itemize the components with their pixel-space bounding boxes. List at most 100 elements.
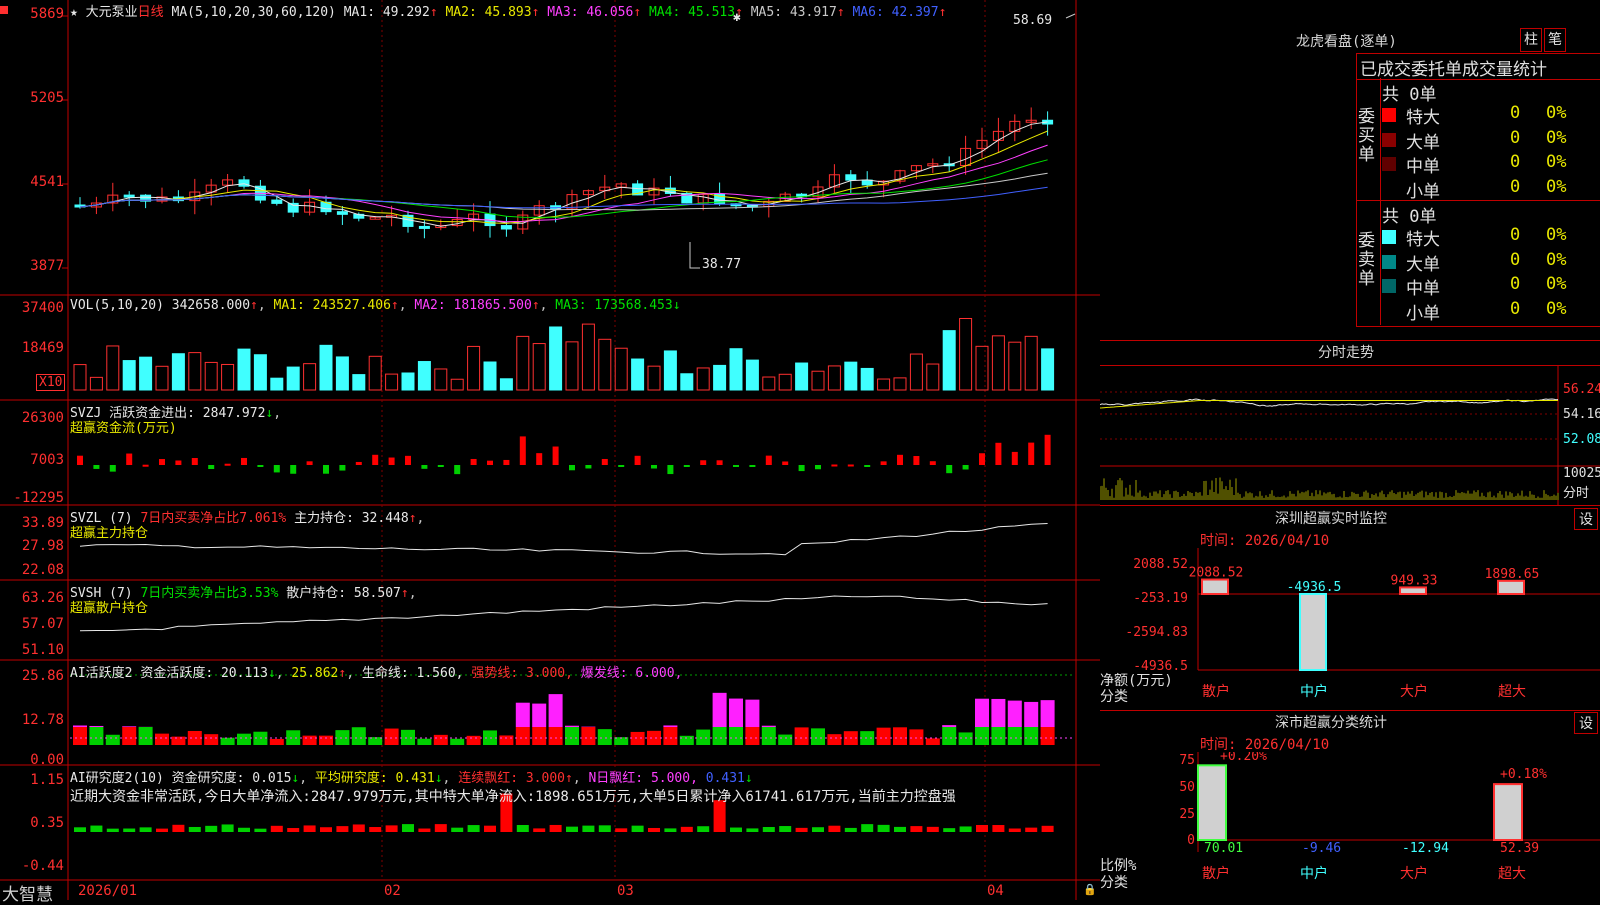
flow-bar — [733, 465, 739, 467]
ma-value: MA6: 42.397 — [852, 5, 938, 20]
period-label[interactable]: 日线 — [138, 5, 164, 20]
sz-monitor-settings-button[interactable]: 设 — [1574, 508, 1598, 530]
research-bar — [205, 826, 217, 832]
bar-mode-button[interactable]: 柱 — [1520, 28, 1542, 52]
candle-body — [501, 226, 511, 229]
order-count: 0 — [1510, 128, 1520, 152]
ma-value: MA4: 45.513 — [649, 5, 735, 20]
ai-research-axis-label: 0.35 — [2, 815, 64, 831]
tick-mode-button[interactable]: 笔 — [1544, 28, 1566, 52]
activity-bar — [352, 727, 366, 745]
order-color-swatch — [1382, 108, 1396, 122]
ai-research-label: AI研究度2(10) — [70, 771, 164, 786]
sz-stat-settings-button[interactable]: 设 — [1574, 712, 1598, 734]
flow-bar — [667, 465, 673, 474]
ai-research-axis-label: -0.44 — [2, 858, 64, 874]
activity-bar-top — [89, 726, 103, 727]
vol-label: VOL(5,10,20) — [70, 298, 164, 313]
activity-bar — [827, 734, 841, 745]
volume-bar — [189, 353, 201, 390]
research-bar — [746, 828, 758, 832]
retail-holding-line — [80, 596, 1048, 631]
volume-bar — [632, 359, 644, 390]
volume-bar — [1009, 342, 1021, 390]
flow-bar — [257, 465, 263, 467]
candlestick-series — [75, 107, 1053, 238]
research-bar — [566, 827, 578, 832]
volume-bar — [648, 366, 660, 390]
sz-bar-value: 949.33 — [1391, 573, 1438, 588]
sz-stat-value: -12.94 — [1402, 841, 1449, 856]
svzl-axis-label: 22.08 — [2, 562, 64, 578]
research-bar — [123, 829, 135, 832]
activity-bar — [286, 730, 300, 745]
volume-bar — [664, 351, 676, 390]
volume-bar — [730, 349, 742, 390]
research-bar — [878, 825, 890, 832]
scale-marker-icon — [0, 6, 8, 14]
ai-active-label: AI活跃度2 — [70, 666, 132, 681]
flow-bar — [946, 465, 952, 473]
lock-icon[interactable]: 🔒 — [1083, 883, 1097, 896]
research-bar — [550, 825, 562, 832]
volume-bar — [320, 345, 332, 390]
vol-unit-badge[interactable]: X10 — [36, 374, 65, 391]
activity-bar — [631, 732, 645, 745]
main-chart[interactable] — [0, 0, 1100, 900]
activity-bars — [73, 693, 1055, 745]
research-bar — [222, 824, 234, 832]
star-icon[interactable]: ★ — [70, 5, 78, 20]
order-size-label: 特大 — [1406, 103, 1440, 127]
research-bar — [960, 826, 972, 832]
volume-bar — [861, 368, 873, 390]
research-bar — [254, 829, 266, 832]
research-bar — [828, 826, 840, 832]
sz-monitor-chart: 2088.52-253.19-2594.83-4936.52088.52散户-4… — [1100, 548, 1600, 708]
sz-stat-title: 深市超赢分类统计 — [1275, 712, 1387, 732]
activity-bar-top — [762, 726, 776, 727]
order-size-label: 小单 — [1406, 299, 1440, 323]
research-bar — [763, 827, 775, 832]
activity-bar — [155, 734, 169, 745]
flow-bar — [864, 465, 870, 467]
candle-body — [846, 175, 856, 180]
sz-stat-value: 70.01 — [1204, 841, 1243, 856]
ai-active-axis-label: 25.86 — [2, 668, 64, 684]
order-color-swatch — [1382, 182, 1396, 196]
ai-research-cont: 连续飘红: 3.000 — [458, 771, 565, 786]
activity-bar-top — [1024, 702, 1038, 727]
flow-bar — [471, 459, 477, 465]
flow-bar — [274, 465, 280, 472]
activity-bar — [778, 735, 792, 745]
flow-bar — [897, 455, 903, 465]
flow-bar — [1012, 452, 1018, 465]
sz-category-label: 散户 — [1202, 683, 1230, 700]
research-bar — [730, 828, 742, 832]
sz-stat-category: 大户 — [1400, 865, 1428, 882]
research-bar — [812, 827, 824, 832]
flow-bar — [782, 461, 788, 465]
order-color-swatch — [1382, 133, 1396, 147]
flow-bar — [717, 460, 723, 465]
sz-stat-bar — [1494, 784, 1522, 840]
activity-bar — [499, 735, 513, 745]
activity-bar-top — [1041, 700, 1055, 727]
ma-value: MA2: 45.893 — [445, 5, 531, 20]
ai-active-axis-label: 0.00 — [2, 752, 64, 768]
activity-bar-top — [549, 694, 563, 727]
sz-stat-top-label: +0.18% — [1500, 767, 1547, 782]
volume-bar — [287, 367, 299, 390]
activity-bar-top — [1008, 701, 1022, 727]
activity-bar — [450, 739, 464, 745]
flow-bar — [405, 456, 411, 465]
activity-bar — [335, 730, 349, 745]
sz-stat-category: 中户 — [1300, 865, 1328, 882]
marker-icon: ✱ — [733, 10, 741, 25]
volume-bar — [336, 357, 348, 390]
order-stats-title[interactable]: 已成交委托单成交量统计 — [1360, 55, 1547, 80]
ai-active-value: 资金活跃度: 20.113 — [140, 666, 268, 681]
activity-bar-top — [991, 699, 1005, 727]
activity-bar — [106, 735, 120, 745]
intraday-chart[interactable] — [1100, 366, 1600, 506]
research-bar — [582, 826, 594, 832]
